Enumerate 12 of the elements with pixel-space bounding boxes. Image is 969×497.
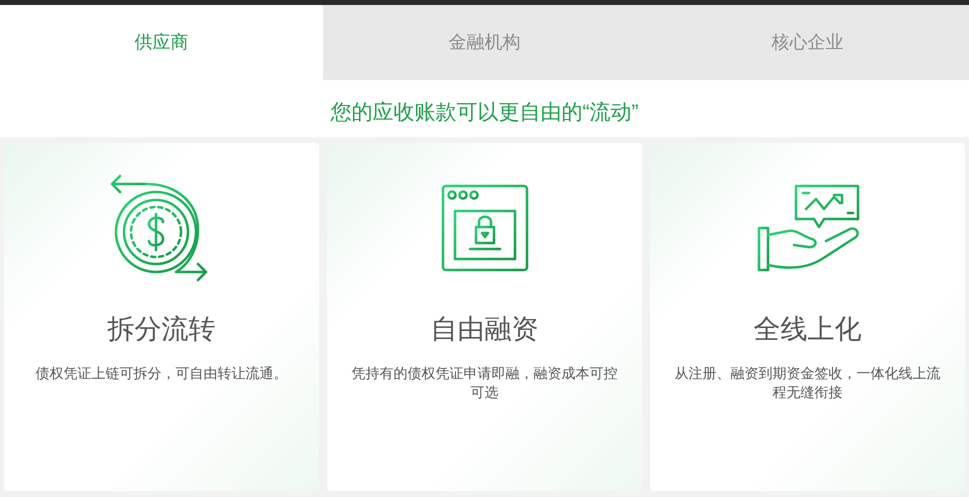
card-description: 从注册、融资到期资金签收，一体化线上流程无缝衔接 <box>674 364 942 402</box>
hand-chart-icon <box>756 183 860 273</box>
tab[interactable]: 供应商 <box>0 5 323 80</box>
card-title: 自由融资 <box>430 313 538 346</box>
card-description: 凭持有的债权凭证申请即融，融资成本可控可选 <box>350 364 618 402</box>
card-title: 拆分流转 <box>108 313 216 346</box>
card-title: 全线上化 <box>754 313 862 346</box>
card-description: 债权凭证上链可拆分，可自由转让流通。 <box>34 364 288 382</box>
tab[interactable]: 金融机构 <box>323 5 646 80</box>
headline: 您的应收账款可以更自由的“流动” <box>330 102 638 123</box>
tab[interactable]: 核心企业 <box>646 5 969 80</box>
browser-lock-icon <box>440 183 530 273</box>
